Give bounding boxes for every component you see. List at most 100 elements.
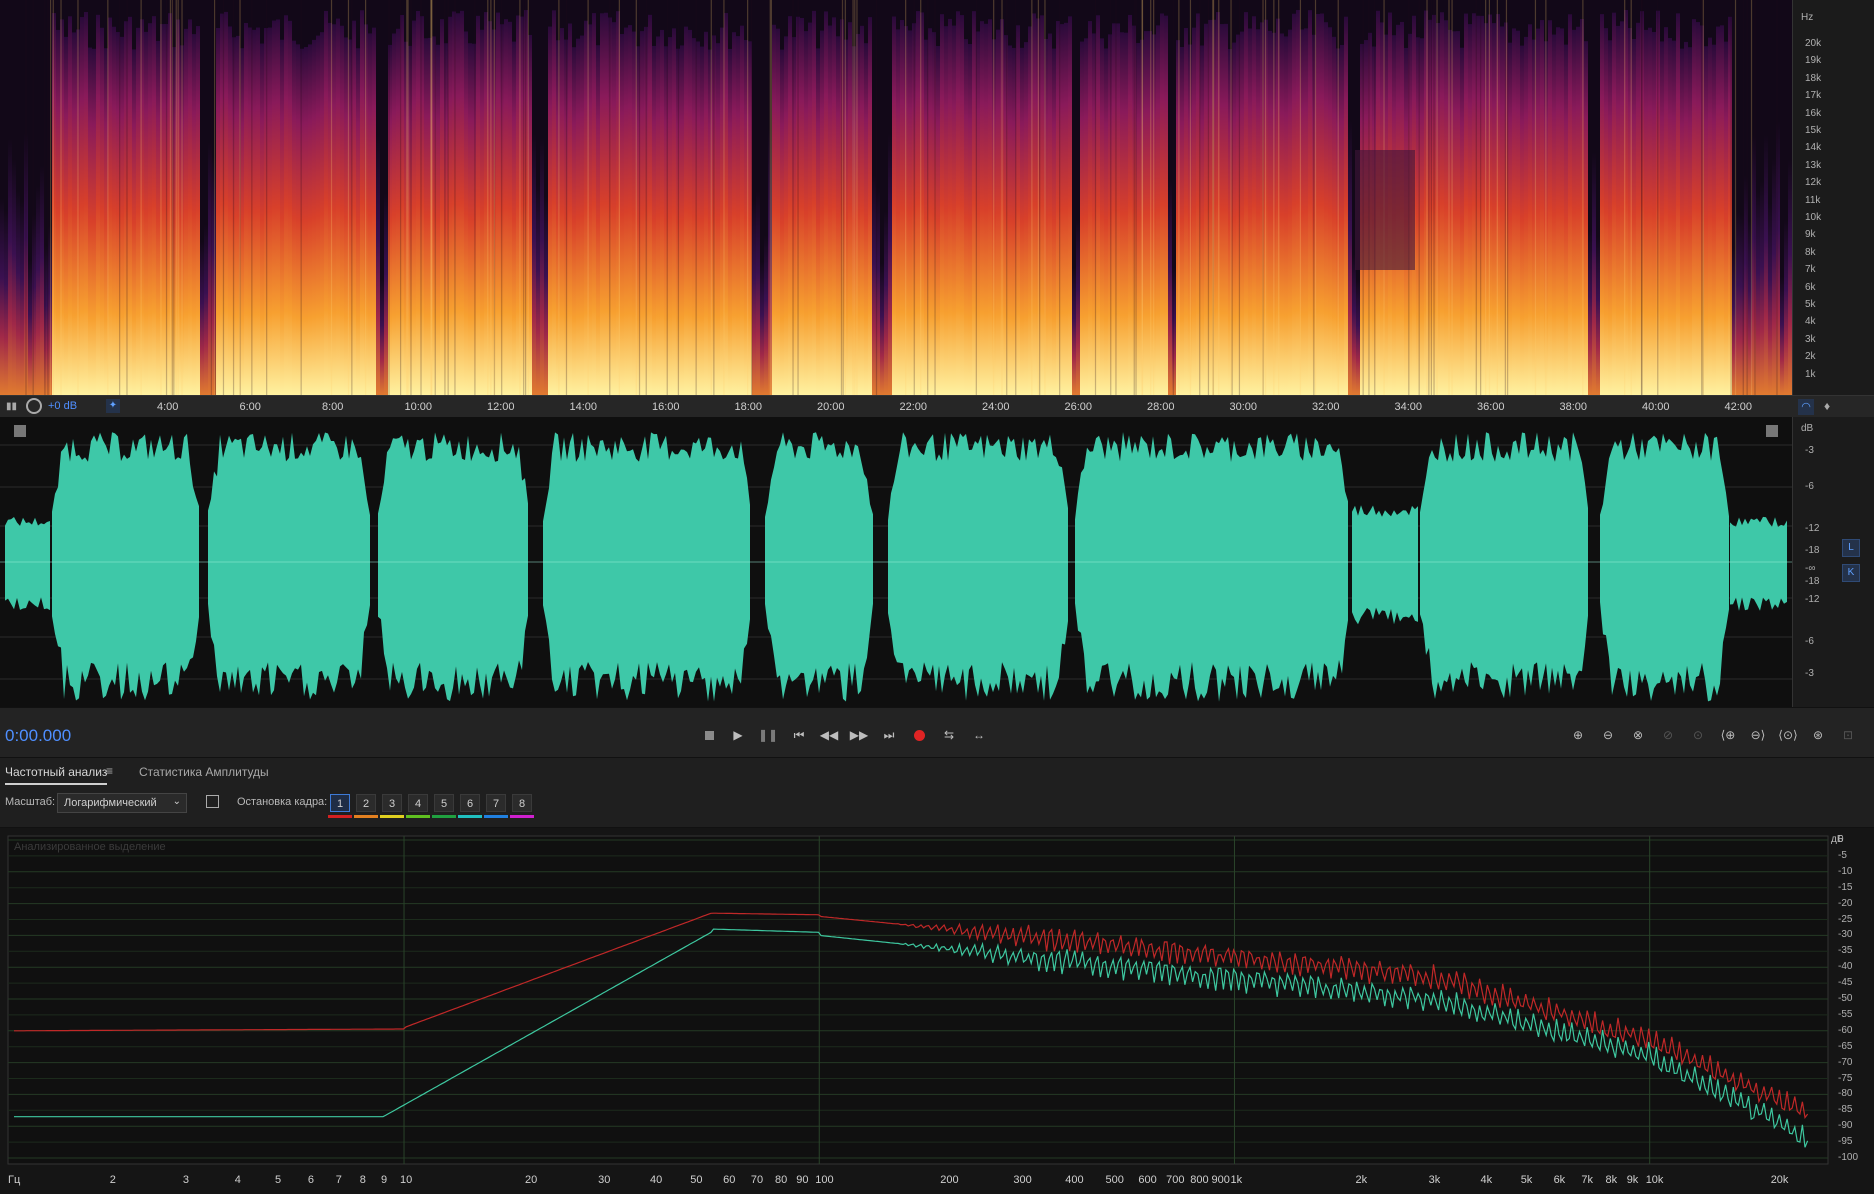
- spectrogram-streak: [214, 0, 217, 395]
- zoom-disabled-button[interactable]: ⊡: [1837, 724, 1859, 746]
- time-tick-label: 10:00: [404, 401, 433, 413]
- spectral-frequency-display[interactable]: Hz 20k 19k 18k 17k 16k 15k 14k 13k 12k 11k 10k 9k 8k…: [0, 0, 1874, 395]
- pause-button[interactable]: ❚❚: [757, 724, 779, 746]
- spectrogram-column: [640, 31, 644, 395]
- spectrogram-column: [684, 26, 688, 395]
- frequency-tick-label: 800: [1190, 1174, 1209, 1186]
- frequency-spectrum-plot[interactable]: [0, 828, 1874, 1194]
- marker-icon[interactable]: ♦: [1824, 399, 1830, 413]
- zoom-selection-button[interactable]: ⊛: [1807, 724, 1829, 746]
- spectrogram-column: [1224, 23, 1228, 395]
- signal-meter-icon[interactable]: ▮▮: [6, 401, 20, 413]
- amplitude-tick-label: -18: [1805, 576, 1820, 587]
- spectrogram-column: [1156, 25, 1160, 395]
- go-to-start-button[interactable]: ⏮: [788, 724, 810, 746]
- spectrogram-column: [1008, 45, 1012, 395]
- spectrogram-column: [336, 18, 340, 395]
- spectrogram-column: [96, 14, 100, 395]
- spectrogram-column: [204, 224, 208, 395]
- freeze-frame-button-4[interactable]: 4: [408, 794, 428, 812]
- spectrogram-column: [384, 193, 388, 395]
- zoom-out-time-button[interactable]: ⊖⟩: [1747, 724, 1769, 746]
- freeze-frame-button-7[interactable]: 7: [486, 794, 506, 812]
- zoom-out-full-button[interactable]: ⟨⊙⟩: [1777, 724, 1799, 746]
- spectrogram-streak: [431, 0, 433, 395]
- spectrogram-streak: [844, 0, 846, 395]
- frequency-analysis-graph[interactable]: Анализированное выделение дБ Гц 0 -5 -10 -1…: [0, 827, 1874, 1194]
- freeze-frame-button-6[interactable]: 6: [460, 794, 480, 812]
- zoom-reset-button[interactable]: ⊗: [1627, 724, 1649, 746]
- frequency-tick-label: 4: [234, 1174, 241, 1186]
- transport-bar: 0:00.000 ▶ ❚❚ ⏮ ◀◀ ▶▶ ⏭ ⇆ ↔ ⊕ ⊖ ⊗ ⊘ ⊙ ⟨⊕…: [0, 707, 1874, 758]
- scale-select[interactable]: Логарифмический ⌄: [57, 793, 187, 813]
- waveform-display[interactable]: dB -3 -6 -12 -18 -∞ -18 -12 -6 -3 L K: [0, 417, 1874, 707]
- spectrogram-streak: [769, 0, 771, 395]
- spectrogram-column: [1024, 42, 1028, 395]
- play-button[interactable]: ▶: [727, 724, 749, 746]
- freeze-frame-button-5[interactable]: 5: [434, 794, 454, 812]
- tab-amplitude-statistics[interactable]: Статистика Амплитуды: [139, 765, 269, 779]
- loop-playback-button[interactable]: ⇆: [938, 724, 960, 746]
- spectrogram-streak: [792, 0, 794, 395]
- spectrogram[interactable]: [0, 0, 1874, 395]
- db-tick-label: -15: [1838, 881, 1853, 893]
- frequency-tick-label: 400: [1065, 1174, 1084, 1186]
- spectrogram-column: [1564, 44, 1568, 395]
- skip-selection-button[interactable]: ↔: [968, 724, 990, 746]
- time-ruler[interactable]: ▮▮ +0 dB ✦ 4:00 6:00 8:00 10:00 12:00 14:00 16…: [0, 395, 1874, 419]
- db-tick-label: 0: [1838, 834, 1844, 845]
- spectrogram-column: [120, 36, 124, 395]
- zoom-in-time-button[interactable]: ⟨⊕: [1717, 724, 1739, 746]
- freeze-frame-button-2[interactable]: 2: [356, 794, 376, 812]
- frequency-tick-label: 12k: [1805, 177, 1822, 189]
- freeze-toggle-icon[interactable]: [206, 795, 219, 808]
- zoom-out-amplitude-button[interactable]: ⊖: [1597, 724, 1619, 746]
- channel-left-button[interactable]: L: [1842, 539, 1860, 557]
- go-to-end-button[interactable]: ⏭: [878, 724, 900, 746]
- spectrogram-column: [1048, 33, 1052, 395]
- spectrogram-column: [152, 16, 156, 395]
- waveform-segment: [543, 432, 750, 702]
- freeze-frame-button-1[interactable]: 1: [330, 794, 350, 812]
- spectrogram-column: [860, 25, 864, 395]
- time-tick-label: 36:00: [1477, 401, 1505, 413]
- spectrogram-column: [136, 27, 140, 395]
- spectrogram-streak: [1230, 0, 1232, 395]
- gain-value[interactable]: +0 dB: [48, 400, 77, 412]
- record-button[interactable]: [908, 724, 930, 746]
- spectrogram-column: [680, 45, 684, 395]
- corner-toggle-right-icon[interactable]: [1766, 425, 1778, 437]
- spectrogram-column: [944, 26, 948, 395]
- spectrogram-streak: [501, 0, 503, 395]
- skip-icon: ↔: [973, 728, 985, 742]
- freeze-frame-button-3[interactable]: 3: [382, 794, 402, 812]
- headphones-icon[interactable]: ◠: [1798, 399, 1814, 415]
- zoom-in-point-button[interactable]: ⊘: [1657, 724, 1679, 746]
- spectrogram-column: [1444, 20, 1448, 395]
- channel-right-button[interactable]: K: [1842, 564, 1860, 582]
- zoom-out-point-button[interactable]: ⊙: [1687, 724, 1709, 746]
- spectrogram-streak: [232, 0, 235, 395]
- zoom-in-amplitude-button[interactable]: ⊕: [1567, 724, 1589, 746]
- spectrogram-column: [1596, 236, 1600, 395]
- frequency-tick-label: 8k: [1805, 246, 1816, 258]
- spectrogram-column: [1288, 29, 1292, 395]
- spectrogram-streak: [1624, 0, 1626, 395]
- fast-forward-button[interactable]: ▶▶: [848, 724, 870, 746]
- stop-button[interactable]: [698, 724, 720, 746]
- spectrogram-column: [188, 19, 192, 395]
- corner-toggle-left-icon[interactable]: [14, 425, 26, 437]
- panel-menu-icon[interactable]: ≡: [106, 764, 113, 778]
- rewind-button[interactable]: ◀◀: [818, 724, 840, 746]
- pin-icon[interactable]: ✦: [106, 399, 120, 413]
- time-tick-label: 8:00: [322, 401, 344, 413]
- waveform[interactable]: [0, 417, 1792, 707]
- spectrogram-column: [900, 20, 904, 395]
- frequency-tick-label: 4k: [1480, 1174, 1493, 1186]
- analysis-controls: Масштаб: Логарифмический ⌄ Остановка кад…: [0, 787, 1874, 827]
- freeze-frame-button-8[interactable]: 8: [512, 794, 532, 812]
- time-tick-label: 18:00: [734, 401, 763, 413]
- spectrogram-column: [1204, 23, 1208, 395]
- gain-knob-icon[interactable]: [26, 398, 42, 414]
- tab-frequency-analysis[interactable]: Частотный анализ: [5, 765, 108, 785]
